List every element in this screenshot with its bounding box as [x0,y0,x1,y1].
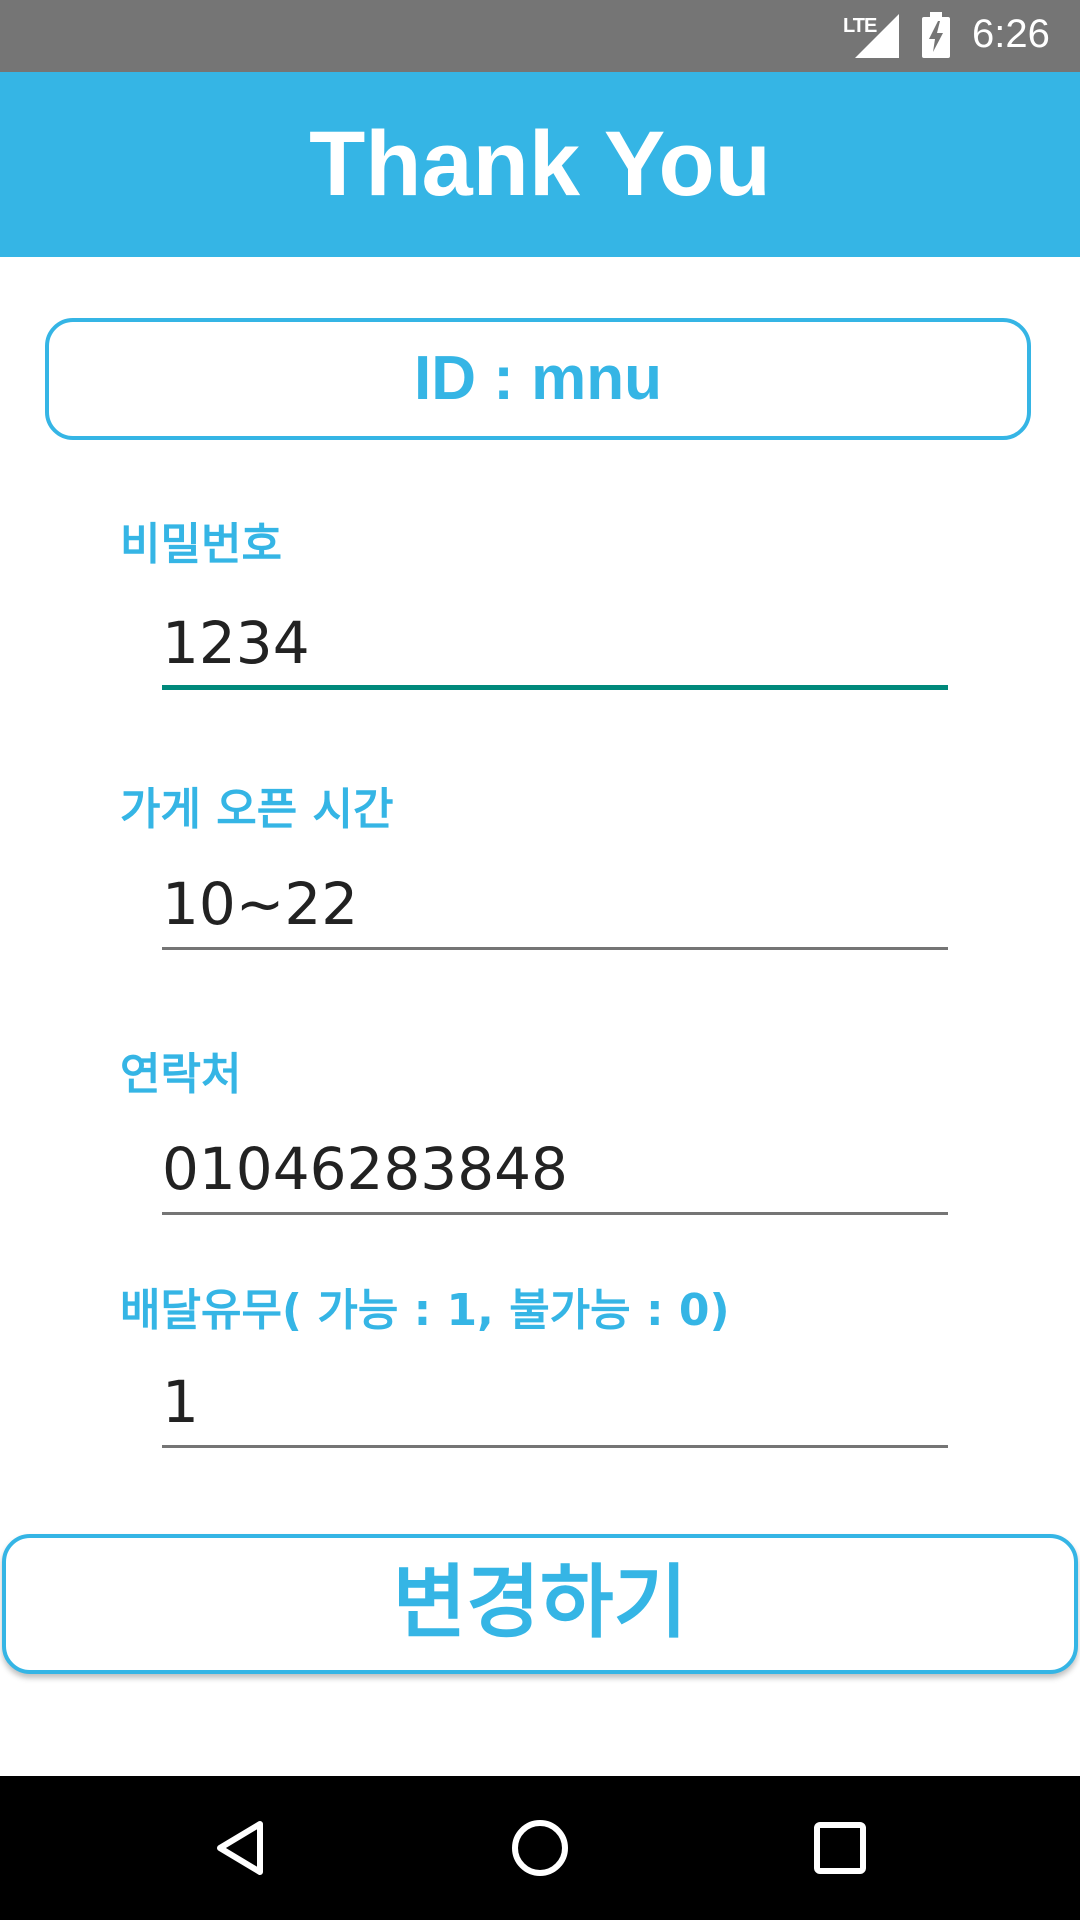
contact-label: 연락처 [120,1049,242,1100]
recents-icon [814,1822,866,1874]
change-button[interactable]: 변경하기 [2,1534,1078,1674]
open-hours-label: 가게 오픈 시간 [120,784,394,835]
user-id-display: ID : mnu [45,318,1031,440]
app-title: Thank You [309,113,771,215]
battery-charging-icon [922,12,950,58]
password-input[interactable] [162,600,948,690]
contact-input[interactable] [162,1125,948,1215]
recents-button[interactable] [788,1796,892,1900]
password-label: 비밀번호 [120,519,282,570]
delivery-input[interactable] [162,1358,948,1448]
open-hours-input[interactable] [162,860,948,950]
delivery-label: 배달유무( 가능 : 1, 불가능 : 0) [120,1285,730,1336]
back-button[interactable] [188,1796,292,1900]
back-icon [217,1821,263,1875]
app-bar: Thank You [0,72,1080,257]
navigation-bar [0,1776,1080,1920]
home-icon [512,1820,568,1876]
signal-icon [855,14,899,58]
status-bar: LTE 6:26 [0,0,1080,72]
home-button[interactable] [488,1796,592,1900]
clock: 6:26 [972,12,1050,56]
